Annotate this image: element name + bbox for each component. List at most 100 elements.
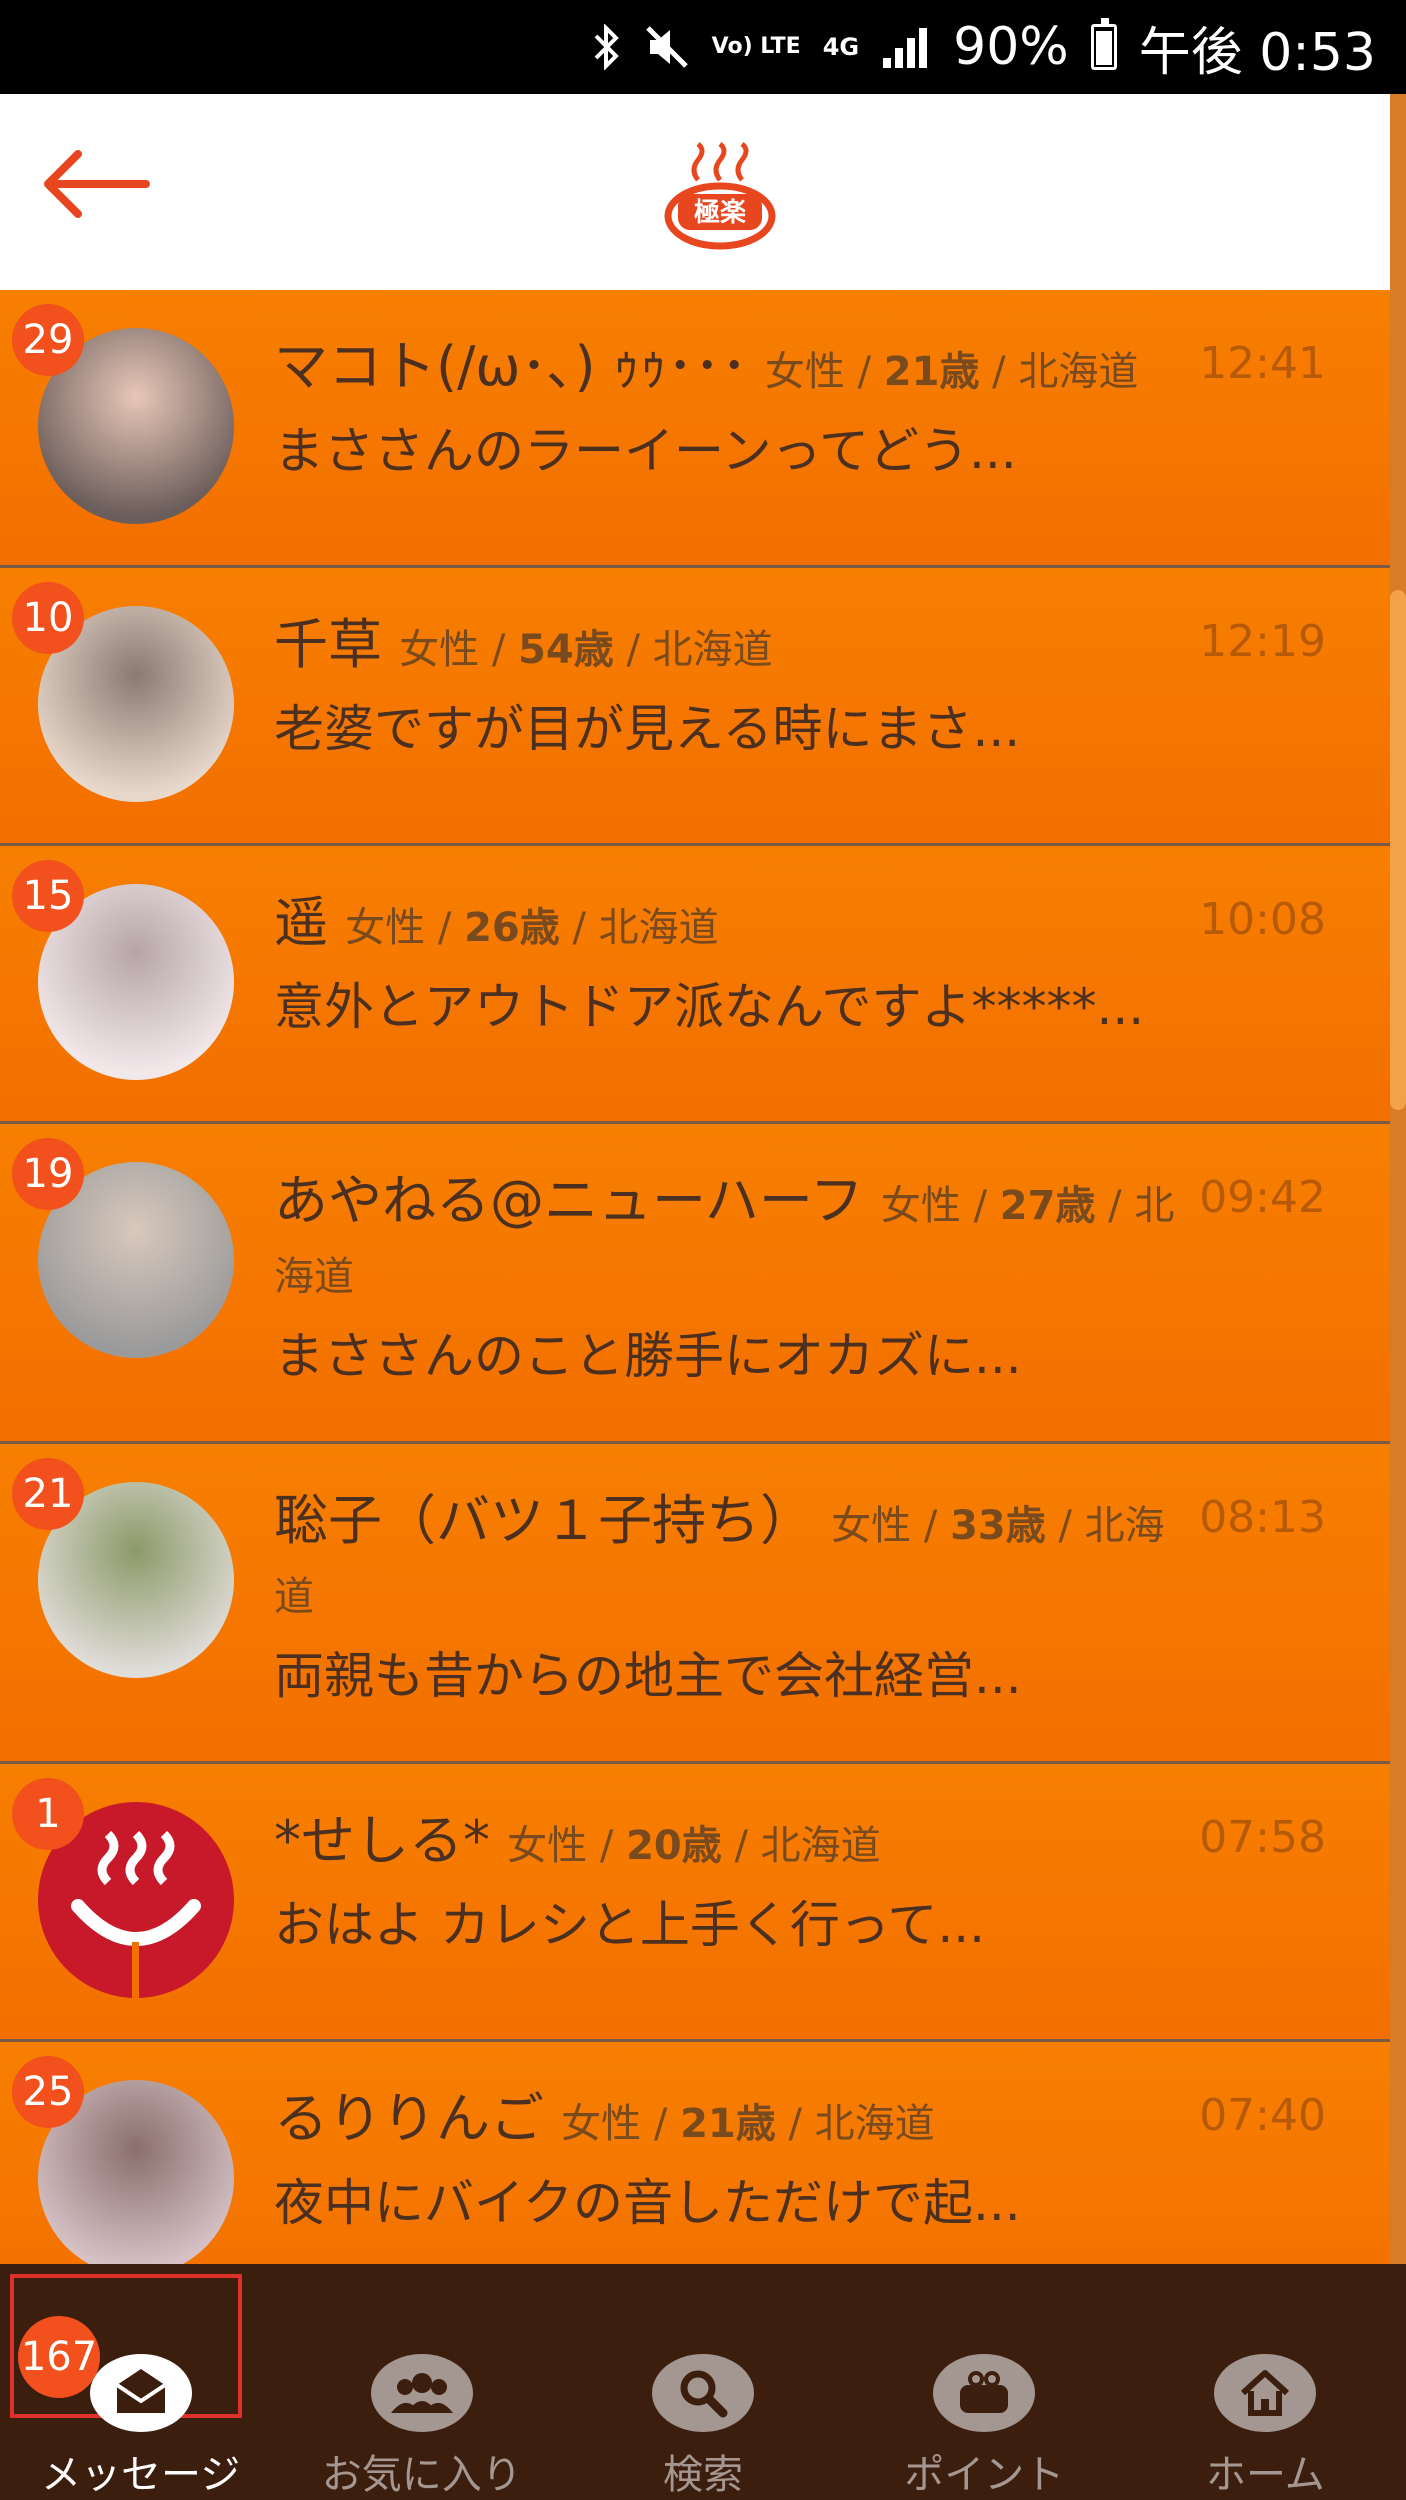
sender-line: あやねる@ニューハーフ 女性 / 27歳 / 北海道 xyxy=(274,1168,1190,1310)
sender-meta: 女性 / 21歳 / 北海道 xyxy=(561,2101,935,2147)
sender-age: 20歳 xyxy=(626,1823,722,1869)
unread-count-badge: 19 xyxy=(12,1138,84,1210)
sender-region: 北海道 xyxy=(1018,349,1139,395)
message-preview: 老婆ですが目が見える時にまさ... xyxy=(274,700,1021,758)
message-content: るりりんご 女性 / 21歳 / 北海道夜中にバイクの音しただけで起... xyxy=(274,2086,1190,2239)
sender-gender: 女性 xyxy=(880,1183,961,1229)
unread-count-badge: 15 xyxy=(12,860,84,932)
sender-line: *せしる* 女性 / 20歳 / 北海道 xyxy=(274,1808,1190,1879)
sender-gender: 女性 xyxy=(345,905,426,951)
sender-line: マコト(/ω･､) ｩｩ･･･ 女性 / 21歳 / 北海道 xyxy=(274,334,1190,405)
app-header: 極楽 xyxy=(0,94,1390,290)
scrollbar-track[interactable] xyxy=(1390,94,1406,2264)
envelope-icon xyxy=(89,2354,192,2432)
unread-count-badge: 21 xyxy=(12,1458,84,1530)
nav-item-search[interactable]: 検索 xyxy=(562,2264,843,2500)
message-row[interactable]: 19 あやねる@ニューハーフ 女性 / 27歳 / 北海道まささんのこと勝手にオカ… xyxy=(0,1124,1390,1444)
sender-name: 遥 xyxy=(274,891,328,954)
message-time: 10:08 xyxy=(1199,894,1326,945)
battery-percent: 90% xyxy=(953,17,1069,77)
message-content: 千草 女性 / 54歳 / 北海道老婆ですが目が見える時にまさ... xyxy=(274,612,1190,765)
bottom-nav: メッセージ 167 お気に入り 検索 ポイント ホーム xyxy=(0,2264,1406,2500)
unread-count-badge: 25 xyxy=(12,2056,84,2128)
purse-icon xyxy=(933,2354,1036,2432)
app-logo: 極楽 xyxy=(660,136,780,256)
users-icon xyxy=(370,2354,473,2432)
nav-item-messages[interactable]: メッセージ 167 xyxy=(0,2264,281,2500)
sender-age: 33歳 xyxy=(950,1503,1046,1549)
sender-age: 54歳 xyxy=(518,627,614,673)
sender-line: 遥 女性 / 26歳 / 北海道 xyxy=(274,890,1190,961)
message-row[interactable]: 15 遥 女性 / 26歳 / 北海道意外とアウトドア派なんですよ*****...… xyxy=(0,846,1390,1124)
volte-icon: Vo) LTE xyxy=(711,34,801,59)
message-time: 12:41 xyxy=(1199,338,1326,389)
sender-gender: 女性 xyxy=(831,1503,912,1549)
nav-item-points[interactable]: ポイント xyxy=(844,2264,1125,2500)
status-bar: Vo) LTE 4G 90% 午後 0:53 xyxy=(0,0,1406,94)
message-preview: 意外とアウトドア派なんですよ*****... xyxy=(274,978,1145,1036)
sender-age: 27歳 xyxy=(999,1183,1096,1229)
nav-label: メッセージ xyxy=(41,2452,241,2498)
sender-meta: 女性 / 26歳 / 北海道 xyxy=(345,905,719,951)
sender-region: 北海道 xyxy=(598,905,719,951)
search-icon xyxy=(652,2354,754,2432)
scrollbar-thumb[interactable] xyxy=(1390,590,1406,1110)
sender-meta: 女性 / 20歳 / 北海道 xyxy=(507,1823,881,1869)
message-time: 09:42 xyxy=(1199,1172,1326,1223)
unread-count-badge: 10 xyxy=(12,582,84,654)
message-time: 07:40 xyxy=(1199,2090,1326,2141)
sender-region: 北海道 xyxy=(760,1823,881,1869)
sender-name: マコト(/ω･､) ｩｩ･･･ xyxy=(274,335,748,398)
sender-meta: 女性 / 54歳 / 北海道 xyxy=(399,627,773,673)
nav-label: お気に入り xyxy=(321,2452,522,2498)
message-content: マコト(/ω･､) ｩｩ･･･ 女性 / 21歳 / 北海道 まささんのラーイーン… xyxy=(274,334,1190,487)
sender-name: 千草 xyxy=(274,613,382,676)
sender-line: 聡子（バツ１子持ち） 女性 / 33歳 / 北海道 xyxy=(274,1488,1190,1630)
signal-icon xyxy=(881,24,931,70)
message-count-badge: 167 xyxy=(18,2316,100,2398)
back-arrow-icon xyxy=(44,150,150,218)
message-row[interactable]: 29 マコト(/ω･､) ｩｩ･･･ 女性 / 21歳 / 北海道 まささんのラーイ… xyxy=(0,290,1390,568)
unread-count-badge: 29 xyxy=(12,304,84,376)
message-row[interactable]: 21 聡子（バツ１子持ち） 女性 / 33歳 / 北海道両親も昔からの地主で会社経… xyxy=(0,1444,1390,1764)
nav-item-home[interactable]: ホーム xyxy=(1125,2264,1406,2500)
battery-icon xyxy=(1090,18,1117,70)
message-row[interactable]: 10 千草 女性 / 54歳 / 北海道 老婆ですが目が見える時にまさ... 12:1… xyxy=(0,568,1390,846)
message-content: 聡子（バツ１子持ち） 女性 / 33歳 / 北海道両親も昔からの地主で会社経営.… xyxy=(274,1488,1190,1712)
sender-line: 千草 女性 / 54歳 / 北海道 xyxy=(274,612,1190,683)
message-preview: 両親も昔からの地主で会社経営... xyxy=(274,1647,1022,1705)
message-content: あやねる@ニューハーフ 女性 / 27歳 / 北海道まささんのこと勝手にオカズに… xyxy=(274,1168,1190,1392)
nav-item-favorites[interactable]: お気に入り xyxy=(281,2264,562,2500)
sender-age: 21歳 xyxy=(680,2101,776,2147)
bluetooth-icon xyxy=(592,24,622,70)
sender-gender: 女性 xyxy=(507,1823,588,1869)
sender-line: るりりんご 女性 / 21歳 / 北海道 xyxy=(274,2086,1190,2157)
sender-gender: 女性 xyxy=(399,627,480,673)
sender-gender: 女性 xyxy=(764,349,845,395)
message-content: 遥 女性 / 26歳 / 北海道意外とアウトドア派なんですよ*****... xyxy=(274,890,1190,1043)
message-time: 12:19 xyxy=(1199,616,1326,667)
sender-name: るりりんご xyxy=(274,2087,544,2150)
sender-age: 26歳 xyxy=(464,905,560,951)
home-icon xyxy=(1214,2354,1317,2432)
message-preview: 夜中にバイクの音しただけで起... xyxy=(274,2174,1021,2232)
nav-label: ホーム xyxy=(1206,2452,1325,2498)
sender-region: 北海道 xyxy=(652,627,773,673)
clock: 午後 0:53 xyxy=(1138,22,1376,83)
back-button[interactable] xyxy=(36,144,166,224)
sender-name: 聡子（バツ１子持ち） xyxy=(274,1489,814,1552)
message-preview: まささんのこと勝手にオカズに... xyxy=(274,1327,1022,1385)
sender-name: あやねる@ニューハーフ xyxy=(274,1169,864,1232)
nav-label: 検索 xyxy=(663,2452,743,2498)
message-preview: おはよ カレシと上手く行って... xyxy=(274,1896,986,1954)
nav-label: ポイント xyxy=(904,2452,1065,2498)
svg-text:極楽: 極楽 xyxy=(694,198,747,228)
message-list: 29 マコト(/ω･､) ｩｩ･･･ 女性 / 21歳 / 北海道 まささんのラーイ… xyxy=(0,290,1390,2320)
sender-region: 北海道 xyxy=(814,2101,935,2147)
message-content: *せしる* 女性 / 20歳 / 北海道おはよ カレシと上手く行って... xyxy=(274,1808,1190,1961)
network-4g-icon: 4G xyxy=(822,33,860,61)
message-time: 08:13 xyxy=(1199,1492,1326,1543)
sender-name: *せしる* xyxy=(274,1809,490,1872)
message-row[interactable]: 1 *せしる* 女性 / 20歳 / 北海道 おはよ カレシと上手く行って... 07… xyxy=(0,1764,1390,2042)
sender-age: 21歳 xyxy=(883,349,980,395)
